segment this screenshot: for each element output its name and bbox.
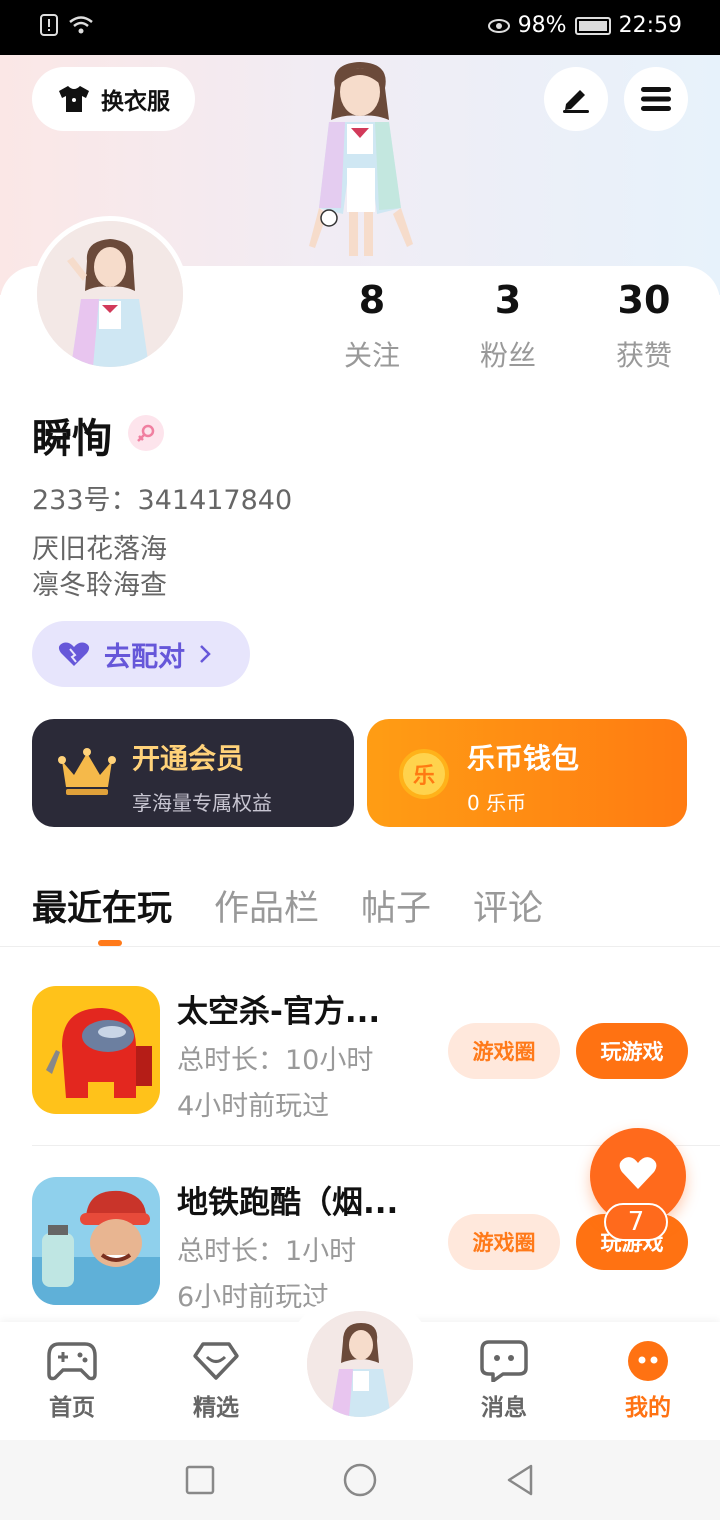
game-duration: 总时长：1小时	[177, 1236, 357, 1267]
subway-surfers-game-icon	[32, 1177, 160, 1305]
battery-icon	[574, 16, 611, 35]
bio-line-1: 厌旧花落海	[32, 534, 167, 565]
menu-button[interactable]	[624, 67, 688, 131]
favorites-count-badge: 7	[604, 1203, 668, 1241]
recent-apps-icon[interactable]	[185, 1465, 215, 1495]
avatar-3d-figure[interactable]	[285, 58, 435, 268]
edit-profile-button[interactable]	[544, 67, 608, 131]
system-navigation-bar	[0, 1440, 720, 1520]
likes-label: 获赞	[615, 339, 672, 372]
nav-me[interactable]: 我的	[598, 1340, 698, 1422]
nav-home-label: 首页	[49, 1395, 95, 1421]
nav-messages-label: 消息	[481, 1395, 527, 1421]
play-game-button[interactable]: 玩游戏	[576, 1023, 688, 1079]
nav-featured[interactable]: 精选	[166, 1340, 266, 1422]
back-icon[interactable]	[505, 1463, 535, 1497]
game-title: 地铁跑酷（烟...	[177, 1185, 399, 1221]
coin-icon: 乐	[399, 749, 449, 799]
match-button[interactable]: 去配对	[32, 621, 250, 687]
user-id: 233号：341417840	[32, 485, 293, 516]
bio-line-2: 凛冬聆海查	[32, 570, 167, 601]
chevron-right-icon	[200, 645, 211, 663]
game-circle-button[interactable]: 游戏圈	[448, 1214, 560, 1270]
wallet-card[interactable]: 乐 乐币钱包 0 乐币	[367, 719, 687, 827]
nickname: 瞬恂	[32, 416, 112, 462]
nav-messages[interactable]: 消息	[454, 1340, 554, 1422]
shirt-icon	[59, 86, 89, 112]
likes-count: 30	[617, 278, 671, 322]
heart-icon	[58, 642, 90, 666]
stat-followers[interactable]: 3 粉丝	[448, 278, 568, 374]
gamepad-icon	[47, 1342, 97, 1381]
game-row[interactable]: 太空杀-官方... 总时长：10小时 4小时前玩过 游戏圈 玩游戏	[32, 986, 720, 1122]
chat-bubble-icon	[480, 1340, 528, 1383]
profile-tabs: 最近在玩 作品栏 帖子 评论	[32, 880, 585, 931]
clock: 22:59	[618, 13, 682, 38]
profile-face-icon	[628, 1341, 668, 1381]
menu-icon	[641, 87, 671, 111]
bio: 厌旧花落海 凛冬聆海查	[32, 532, 167, 604]
change-outfit-button[interactable]: 换衣服	[32, 67, 195, 131]
tabs-divider	[0, 946, 720, 947]
nav-featured-label: 精选	[193, 1395, 239, 1421]
vip-title: 开通会员	[132, 742, 245, 775]
battery-percent: 98%	[517, 13, 567, 38]
heart-diamond-icon	[193, 1342, 239, 1380]
following-label: 关注	[343, 339, 400, 372]
tab-recently-played[interactable]: 最近在玩	[32, 880, 172, 931]
game-title: 太空杀-官方...	[177, 994, 381, 1030]
nav-me-label: 我的	[625, 1395, 671, 1421]
eye-comfort-icon	[487, 18, 510, 33]
wallet-title: 乐币钱包	[467, 742, 580, 775]
stat-following[interactable]: 8 关注	[312, 278, 432, 374]
wifi-icon	[69, 16, 93, 34]
edit-icon	[563, 90, 589, 113]
avatar-portrait-icon	[37, 221, 183, 367]
female-icon	[128, 415, 164, 451]
vip-membership-card[interactable]: 开通会员 享海量专属权益	[32, 719, 354, 827]
profile-avatar[interactable]	[32, 216, 188, 372]
crown-icon	[58, 748, 116, 795]
among-us-game-icon	[32, 986, 160, 1114]
tab-posts[interactable]: 帖子	[361, 880, 431, 931]
home-icon[interactable]	[343, 1463, 377, 1497]
game-duration: 总时长：10小时	[177, 1045, 374, 1076]
heart-icon	[619, 1157, 657, 1189]
wallet-balance: 0 乐币	[467, 791, 527, 815]
tab-comments[interactable]: 评论	[473, 880, 543, 931]
stat-likes[interactable]: 30 获赞	[584, 278, 704, 374]
followers-count: 3	[494, 278, 522, 322]
nav-home[interactable]: 首页	[22, 1340, 122, 1422]
nav-avatar-button[interactable]	[304, 1308, 416, 1420]
tab-works[interactable]: 作品栏	[214, 880, 319, 931]
game-last-played: 4小时前玩过	[177, 1091, 330, 1122]
vip-subtitle: 享海量专属权益	[132, 791, 272, 815]
status-bar: 98% 22:59	[0, 0, 720, 55]
game-last-played: 6小时前玩过	[177, 1282, 330, 1313]
alert-icon	[40, 14, 58, 36]
avatar-portrait-icon	[307, 1311, 413, 1417]
match-label: 去配对	[104, 641, 185, 673]
followers-label: 粉丝	[479, 339, 536, 372]
game-circle-button[interactable]: 游戏圈	[448, 1023, 560, 1079]
change-outfit-label: 换衣服	[101, 89, 170, 115]
following-count: 8	[358, 278, 386, 322]
